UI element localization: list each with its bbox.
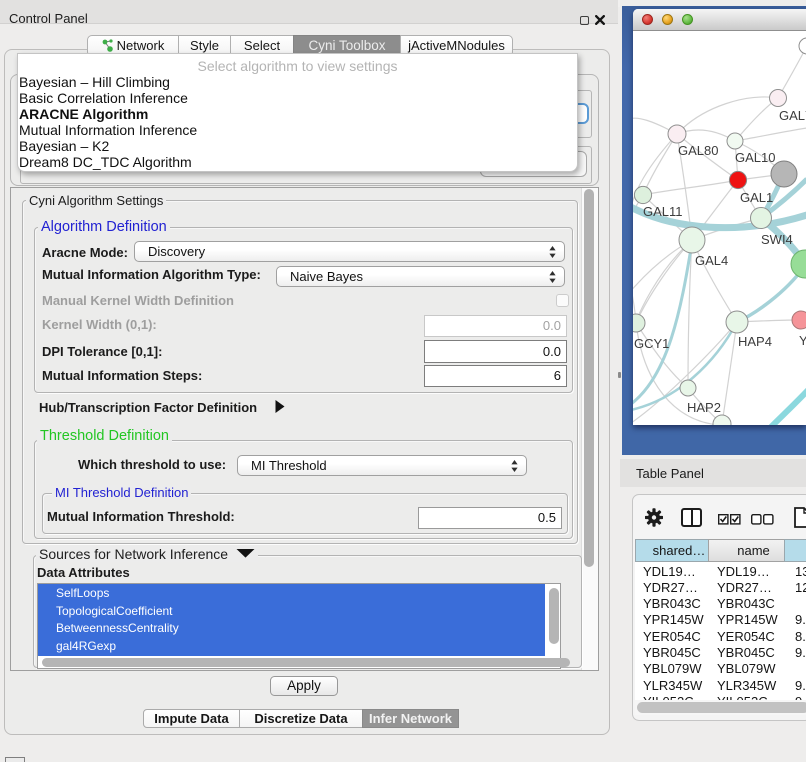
svg-text:HAP2: HAP2 <box>687 400 721 415</box>
svg-text:GAL1: GAL1 <box>740 190 773 205</box>
svg-text:GAL7: GAL7 <box>779 108 806 123</box>
svg-text:GAL10: GAL10 <box>735 150 775 165</box>
svg-text:GAL11: GAL11 <box>643 204 683 219</box>
svg-text:Y: Y <box>799 333 806 348</box>
svg-text:GCY1: GCY1 <box>634 336 669 351</box>
svg-text:HAP4: HAP4 <box>738 334 772 349</box>
svg-text:SWI4: SWI4 <box>761 232 793 247</box>
svg-text:GAL4: GAL4 <box>695 253 728 268</box>
svg-text:GAL80: GAL80 <box>678 143 718 158</box>
